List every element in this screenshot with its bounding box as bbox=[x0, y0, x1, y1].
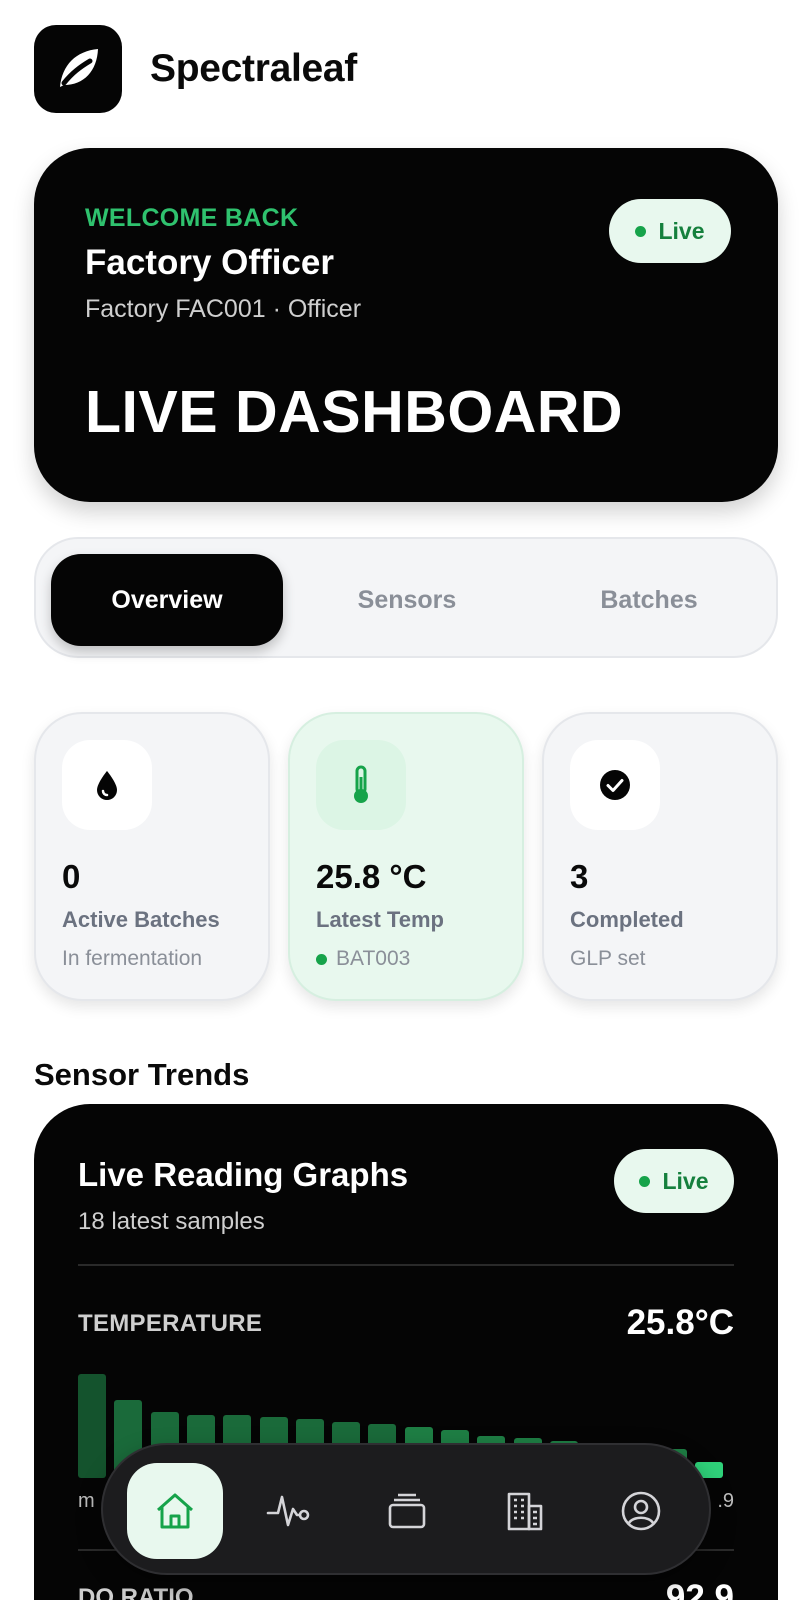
activity-icon bbox=[266, 1495, 310, 1527]
factory-icon bbox=[507, 1492, 543, 1531]
metric-value: 92.9 bbox=[665, 1578, 734, 1600]
axis-tick-left: m bbox=[78, 1490, 95, 1512]
check-circle-icon bbox=[570, 740, 660, 830]
stat-label: Active Batches bbox=[62, 907, 220, 932]
axis-tick-right: .9 bbox=[717, 1490, 734, 1512]
graph-title: Live Reading Graphs bbox=[78, 1156, 409, 1193]
nav-profile[interactable] bbox=[593, 1463, 689, 1559]
stat-note: GLP set bbox=[570, 947, 646, 971]
nav-factory[interactable] bbox=[477, 1463, 573, 1559]
live-dot-icon bbox=[635, 225, 647, 237]
stat-note-text: GLP set bbox=[570, 947, 646, 970]
tab-batches[interactable]: Batches bbox=[533, 554, 765, 646]
nav-activity[interactable] bbox=[241, 1463, 337, 1559]
stat-card-latest-temp[interactable]: 25.8 °C Latest Temp BAT003 bbox=[288, 712, 524, 1001]
stat-card-completed[interactable]: 3 Completed GLP set bbox=[542, 712, 778, 1001]
stat-note: BAT003 bbox=[316, 947, 410, 971]
user-name: Factory Officer bbox=[85, 243, 334, 282]
user-role: Factory FAC001 · Officer bbox=[85, 295, 362, 323]
stat-card-active-batches[interactable]: 0 Active Batches In fermentation bbox=[34, 712, 270, 1001]
welcome-card: WELCOME BACK Factory Officer Factory FAC… bbox=[34, 148, 778, 502]
drop-icon bbox=[62, 740, 152, 830]
stat-value: 25.8 °C bbox=[316, 858, 427, 895]
app-header: Spectraleaf bbox=[34, 25, 357, 113]
metric-label: DO RATIO bbox=[78, 1584, 194, 1600]
leaf-icon[interactable] bbox=[34, 25, 122, 113]
temperature-bar bbox=[78, 1374, 106, 1478]
status-dot-icon bbox=[316, 953, 327, 965]
brand-name: Spectraleaf bbox=[150, 47, 357, 90]
stat-label: Latest Temp bbox=[316, 907, 444, 932]
stat-label: Completed bbox=[570, 907, 684, 932]
graph-subtitle: 18 latest samples bbox=[78, 1208, 265, 1235]
live-badge-label: Live bbox=[662, 1167, 709, 1194]
live-dot-icon bbox=[639, 1175, 651, 1187]
bottom-nav bbox=[101, 1443, 711, 1575]
nav-batches[interactable] bbox=[359, 1463, 455, 1559]
stat-value: 3 bbox=[570, 858, 589, 895]
metric-label: TEMPERATURE bbox=[78, 1310, 263, 1337]
stat-value: 0 bbox=[62, 858, 81, 895]
live-badge: Live bbox=[609, 199, 731, 263]
section-title: Sensor Trends bbox=[34, 1057, 250, 1092]
nav-home[interactable] bbox=[127, 1463, 223, 1559]
tab-overview[interactable]: Overview bbox=[51, 554, 283, 646]
thermometer-icon bbox=[316, 740, 406, 830]
stat-note-text: BAT003 bbox=[336, 947, 411, 970]
welcome-label: WELCOME BACK bbox=[85, 204, 299, 232]
live-badge: Live bbox=[614, 1149, 734, 1213]
divider bbox=[78, 1264, 734, 1266]
home-icon bbox=[157, 1493, 193, 1529]
stat-note: In fermentation bbox=[62, 947, 202, 971]
tab-bar: Overview Sensors Batches bbox=[34, 537, 778, 658]
page-title: LIVE DASHBOARD bbox=[85, 379, 624, 445]
live-badge-label: Live bbox=[658, 217, 705, 244]
batches-icon bbox=[388, 1493, 426, 1529]
profile-icon bbox=[621, 1491, 661, 1531]
tab-sensors[interactable]: Sensors bbox=[291, 554, 523, 646]
stat-note-text: In fermentation bbox=[62, 947, 203, 970]
metric-value: 25.8°C bbox=[626, 1303, 734, 1342]
